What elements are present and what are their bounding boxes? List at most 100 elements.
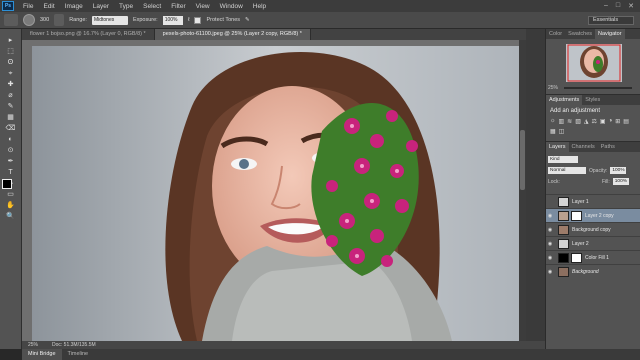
tool-preset-picker[interactable] — [4, 14, 18, 26]
canvas-area[interactable] — [22, 40, 519, 341]
maximize-button[interactable]: □ — [616, 2, 620, 10]
brightness-icon[interactable]: ☼ — [550, 118, 556, 125]
navigator-thumbnail[interactable] — [566, 44, 622, 82]
tab-paths[interactable]: Paths — [598, 142, 618, 152]
visibility-eye-icon[interactable]: ◉ — [546, 213, 554, 219]
panel-dock-strip — [526, 29, 545, 349]
layer-name: Background copy — [572, 226, 611, 233]
brush-preset-picker[interactable] — [23, 14, 35, 26]
menu-view[interactable]: View — [191, 3, 215, 10]
layer-row[interactable]: ◉ Layer 2 — [546, 236, 640, 250]
layer-row[interactable]: ◉ Background copy — [546, 222, 640, 236]
exposure-icon[interactable]: ▧ — [575, 118, 581, 125]
curves-icon[interactable]: ≋ — [567, 118, 572, 125]
dodge-tool-icon[interactable]: ⊙ — [5, 146, 17, 155]
tab-channels[interactable]: Channels — [569, 142, 598, 152]
brush-panel-toggle[interactable] — [54, 14, 65, 26]
layer-row-selected[interactable]: ◉ Layer 2 copy — [546, 208, 640, 222]
doc-tab-pexels[interactable]: pexels-photo-61100.jpeg @ 25% (Layer 2 c… — [154, 29, 311, 40]
healing-brush-tool-icon[interactable]: ✎ — [5, 102, 17, 111]
blend-row: Normal Opacity: 100% — [548, 167, 627, 174]
eyedropper-tool-icon[interactable]: ⌀ — [5, 91, 17, 100]
layer-row[interactable]: Layer 1 — [546, 194, 640, 208]
layer-thumbnail — [558, 266, 569, 277]
visibility-eye-icon[interactable]: ◉ — [546, 269, 554, 275]
vertical-scroll-thumb[interactable] — [520, 130, 525, 190]
minimize-button[interactable]: – — [604, 2, 608, 10]
channel-mixer-icon[interactable]: ⊞ — [615, 118, 620, 125]
tab-swatches[interactable]: Swatches — [565, 29, 595, 39]
exposure-input[interactable]: 100% — [162, 15, 183, 25]
fill-input[interactable]: 100% — [612, 178, 629, 185]
gradient-tool-icon[interactable]: ◐ — [5, 135, 17, 144]
vertical-scrollbar[interactable] — [519, 40, 526, 341]
hand-tool-icon[interactable]: ✋ — [5, 201, 17, 210]
range-select[interactable]: Midtones — [91, 15, 128, 25]
opacity-label: Opacity: — [589, 167, 608, 174]
visibility-eye-icon[interactable]: ◉ — [546, 227, 554, 233]
layer-name: Color Fill 1 — [585, 254, 609, 261]
crop-tool-icon[interactable]: ✚ — [5, 80, 17, 89]
airbrush-icon[interactable]: ℓ — [188, 17, 190, 23]
menu-layer[interactable]: Layer — [88, 3, 114, 10]
posterize-icon[interactable]: ▦ — [550, 128, 556, 135]
adjustments-title: Add an adjustment — [550, 108, 601, 114]
gradient-map-icon[interactable]: ◫ — [559, 128, 565, 135]
vibrance-icon[interactable]: ◮ — [584, 118, 589, 125]
navigator-zoom[interactable]: 25% — [548, 85, 558, 91]
adjustment-icons: ☼ ▥ ≋ ▧ ◮ ⚖ ▣ ◑ ⊞ ▤ ▦ ◫ — [550, 118, 630, 135]
status-doc-size: Doc: 51.3M/135.5M — [52, 342, 96, 348]
blend-mode-select[interactable]: Normal — [548, 167, 586, 174]
layer-mask-thumbnail[interactable] — [571, 252, 582, 263]
layer-thumbnail — [558, 224, 569, 235]
tab-layers[interactable]: Layers — [546, 142, 569, 152]
menu-file[interactable]: File — [18, 3, 38, 10]
pressure-icon[interactable]: ✎ — [245, 17, 250, 23]
close-button[interactable]: ✕ — [628, 2, 634, 10]
levels-icon[interactable]: ▥ — [559, 118, 565, 125]
foreground-color-swatch[interactable] — [2, 179, 12, 189]
lasso-tool-icon[interactable]: ʘ — [5, 58, 17, 67]
menu-help[interactable]: Help — [248, 3, 271, 10]
status-zoom[interactable]: 25% — [28, 341, 38, 349]
layer-row[interactable]: ◉ Color Fill 1 — [546, 250, 640, 264]
opacity-input[interactable]: 100% — [610, 167, 627, 174]
protect-tones-checkbox[interactable] — [194, 16, 202, 24]
move-tool-icon[interactable]: ▸ — [5, 36, 17, 45]
tab-adjustments[interactable]: Adjustments — [546, 95, 583, 105]
brush-tool-icon[interactable]: ▦ — [5, 113, 17, 122]
doc-tab-flower[interactable]: flower 1 bojso.png @ 16.7% (Layer 0, RGB… — [22, 29, 155, 40]
menu-filter[interactable]: Filter — [166, 3, 190, 10]
invert-icon[interactable]: ▤ — [623, 118, 629, 125]
zoom-tool-icon[interactable]: 🔍 — [5, 212, 17, 221]
layer-mask-thumbnail[interactable] — [571, 210, 582, 221]
visibility-eye-icon[interactable]: ◉ — [546, 241, 554, 247]
photo-filter-icon[interactable]: ◑ — [609, 118, 613, 125]
quick-select-tool-icon[interactable]: ⌖ — [5, 69, 17, 78]
workspace-switcher[interactable]: Essentials — [588, 16, 634, 25]
menu-select[interactable]: Select — [138, 3, 166, 10]
navigator-zoom-slider[interactable] — [564, 87, 632, 89]
eraser-tool-icon[interactable]: ⌫ — [5, 124, 17, 133]
menu-edit[interactable]: Edit — [38, 3, 59, 10]
menu-window[interactable]: Window — [215, 3, 248, 10]
black-white-icon[interactable]: ▣ — [600, 118, 606, 125]
color-balance-icon[interactable]: ⚖ — [592, 118, 597, 125]
menu-image[interactable]: Image — [60, 3, 88, 10]
layer-thumbnail — [558, 238, 569, 249]
marquee-tool-icon[interactable]: ⬚ — [5, 47, 17, 56]
layer-kind-select[interactable]: Kind — [548, 156, 578, 163]
tab-timeline[interactable]: Timeline — [62, 349, 95, 360]
pen-tool-icon[interactable]: ✒ — [5, 157, 17, 166]
tab-mini-bridge[interactable]: Mini Bridge — [22, 349, 62, 360]
tab-color[interactable]: Color — [546, 29, 565, 39]
visibility-eye-icon[interactable]: ◉ — [546, 255, 554, 261]
layer-name: Layer 2 copy — [585, 212, 614, 219]
menu-type[interactable]: Type — [114, 3, 138, 10]
lock-row: Lock: Fill: 100% — [548, 178, 629, 185]
tab-navigator[interactable]: Navigator — [595, 29, 625, 39]
type-tool-icon[interactable]: T — [5, 168, 17, 177]
tab-styles[interactable]: Styles — [582, 95, 603, 105]
layer-row[interactable]: ◉ Background — [546, 264, 640, 278]
color-swatches[interactable] — [2, 179, 18, 195]
